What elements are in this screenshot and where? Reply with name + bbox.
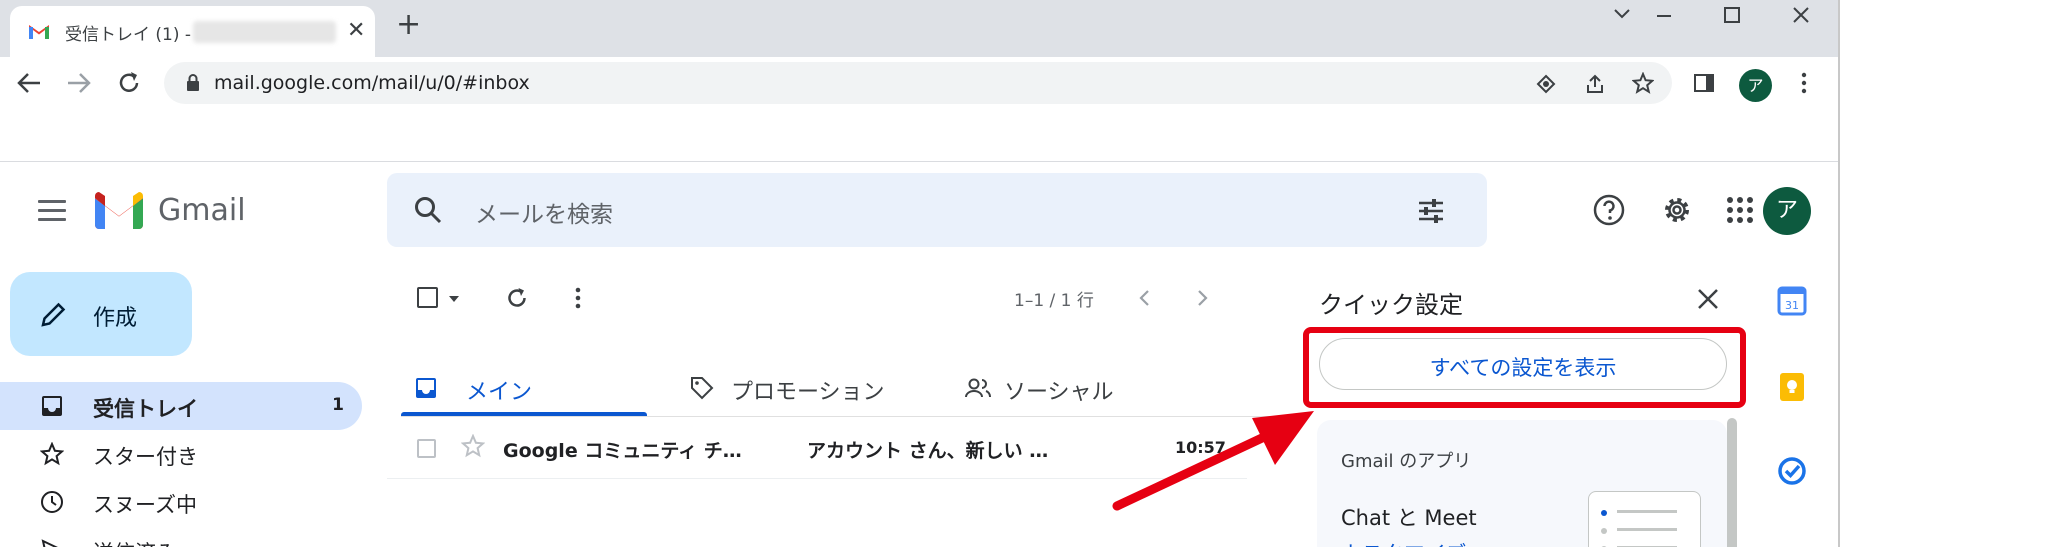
- pointer-arrow: [1112, 411, 1314, 511]
- quick-settings-scrollbar[interactable]: [1727, 418, 1737, 547]
- side-panel-icon[interactable]: [1693, 73, 1715, 93]
- maximize-icon[interactable]: [1722, 5, 1742, 25]
- account-avatar[interactable]: ア: [1763, 187, 1811, 235]
- calendar-icon[interactable]: 31: [1777, 286, 1807, 316]
- bookmark-star-icon[interactable]: [1632, 72, 1654, 94]
- password-key-icon[interactable]: [1536, 74, 1556, 94]
- share-icon[interactable]: [1584, 73, 1606, 95]
- window-edge: [1838, 0, 1840, 547]
- help-icon[interactable]: [1592, 193, 1626, 227]
- tasks-icon[interactable]: [1777, 456, 1807, 486]
- browser-profile-avatar[interactable]: ア: [1739, 69, 1772, 102]
- close-icon[interactable]: [1697, 288, 1719, 310]
- tab-search-icon[interactable]: [1612, 6, 1632, 22]
- svg-text:31: 31: [1785, 299, 1799, 312]
- keep-icon[interactable]: [1777, 372, 1807, 402]
- settings-gear-icon[interactable]: [1660, 193, 1694, 227]
- close-window-icon[interactable]: [1791, 5, 1811, 25]
- google-apps-icon[interactable]: [1727, 197, 1753, 223]
- search-options-icon[interactable]: [1417, 197, 1445, 225]
- browser-menu-icon[interactable]: [1800, 72, 1808, 94]
- minimize-icon[interactable]: [1654, 6, 1674, 26]
- layout-preview-thumbnail: [1588, 491, 1701, 547]
